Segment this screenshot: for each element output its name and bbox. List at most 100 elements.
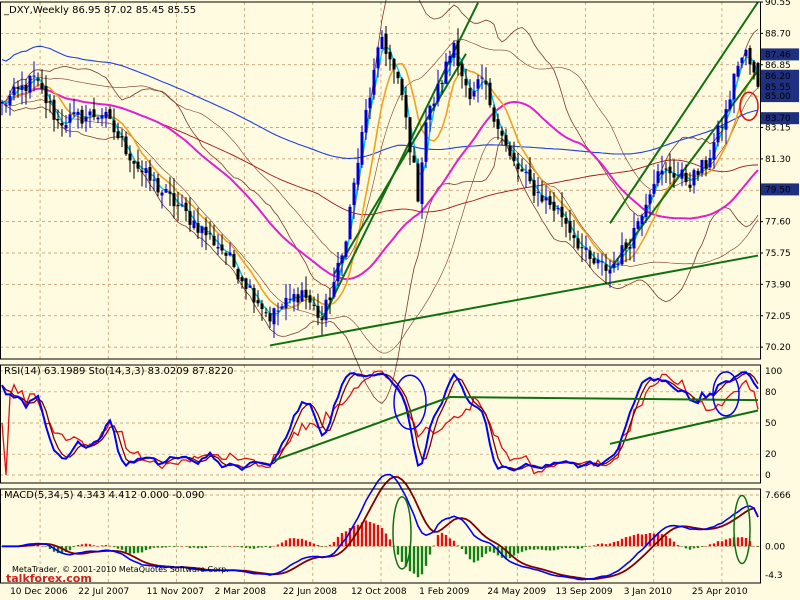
candle-body (292, 294, 296, 302)
candle-body (80, 109, 84, 124)
candle-body (480, 77, 484, 79)
candle-body (232, 254, 236, 267)
candle-body (584, 247, 588, 250)
candle-body (176, 204, 180, 207)
rsi-tick-label: 80 (765, 388, 777, 398)
candle-body (560, 206, 564, 218)
candle-body (556, 208, 560, 210)
candle-body (248, 285, 252, 288)
candle-body (732, 73, 736, 100)
macd-histogram-bar (472, 546, 476, 563)
candle-body (360, 131, 364, 165)
macd-histogram-bar (412, 546, 416, 574)
price-marker-label: 85.00 (765, 92, 791, 102)
macd-histogram-bar (80, 544, 84, 547)
candle-body (628, 247, 632, 249)
candle-body (676, 175, 680, 177)
macd-histogram-bar (140, 546, 144, 553)
candle-body (188, 211, 192, 225)
candle-body (96, 117, 100, 120)
macd-histogram-bar (300, 538, 304, 547)
candle-body (376, 47, 380, 69)
macd-histogram-bar (672, 541, 676, 547)
x-tick-label: 10 Dec 2006 (10, 587, 68, 597)
y-tick-label: 73.90 (765, 280, 791, 290)
candle-body (748, 47, 752, 65)
macd-histogram-bar (424, 546, 428, 566)
macd-histogram-bar (144, 546, 148, 551)
macd-histogram-bar (136, 546, 140, 553)
candle-body (100, 115, 104, 119)
candle-body (324, 299, 328, 321)
candle-body (208, 233, 212, 235)
macd-histogram-bar (704, 546, 708, 547)
candle-body (712, 142, 716, 160)
macd-histogram-bar (712, 543, 716, 547)
macd-histogram-bar (432, 545, 436, 547)
candle-body (740, 57, 744, 64)
candle-body (44, 86, 48, 104)
macd-histogram-bar (512, 546, 516, 556)
candle-body (284, 297, 288, 309)
candle-body (212, 235, 216, 246)
candle-body (572, 235, 576, 239)
candle-body (200, 226, 204, 234)
macd-histogram-bar (92, 545, 96, 547)
candle-body (488, 82, 492, 106)
macd-histogram-bar (580, 546, 584, 549)
candle-body (708, 158, 712, 168)
macd-histogram-bar (208, 546, 212, 547)
candle-body (752, 61, 756, 73)
candle-body (180, 204, 184, 206)
candle-body (640, 215, 644, 225)
price-marker-label: 79.50 (765, 185, 791, 195)
macd-histogram-bar (76, 545, 80, 547)
macd-histogram-bar (624, 537, 628, 547)
macd-histogram-bar (264, 546, 268, 547)
macd-histogram-bar (676, 544, 680, 547)
macd-histogram-bar (292, 538, 296, 547)
candle-body (728, 99, 732, 109)
candle-body (276, 310, 280, 312)
macd-histogram-bar (280, 542, 284, 547)
candle-body (152, 179, 156, 181)
candle-body (204, 226, 208, 236)
macd-histogram-bar (312, 543, 316, 547)
candle-body (592, 258, 596, 264)
macd-histogram-bar (204, 546, 208, 548)
candle-body (172, 193, 176, 207)
macd-histogram-bar (160, 546, 164, 548)
macd-histogram-bar (604, 544, 608, 547)
candle-body (448, 55, 452, 63)
candle-body (156, 178, 160, 193)
candle-body (372, 69, 376, 95)
candle-body (148, 167, 152, 181)
candle-body (452, 43, 456, 58)
x-tick-label: 13 Sep 2009 (556, 587, 613, 597)
candle-body (40, 82, 44, 90)
macd-histogram-bar (116, 546, 120, 549)
watermark-site: talkforex.com (6, 572, 92, 585)
candle-body (260, 303, 264, 310)
candle-body (316, 305, 320, 318)
candle-body (724, 109, 728, 130)
candle-body (400, 78, 404, 95)
y-tick-label: 75.75 (765, 249, 791, 259)
candle-body (660, 170, 664, 175)
macd-histogram-bar (448, 538, 452, 547)
candle-body (92, 109, 96, 117)
macd-histogram-bar (296, 538, 300, 547)
candle-body (4, 104, 8, 106)
rsi-tick-label: 0 (765, 471, 771, 481)
candle-body (532, 180, 536, 196)
macd-histogram-bar (600, 543, 604, 547)
candle-body (296, 294, 300, 303)
candle-body (420, 162, 424, 204)
candle-body (368, 97, 372, 109)
candle-body (60, 123, 64, 126)
candle-body (348, 206, 352, 240)
candle-body (436, 83, 440, 102)
candle-body (552, 201, 556, 211)
candle-body (28, 75, 32, 93)
macd-histogram-bar (192, 546, 196, 548)
